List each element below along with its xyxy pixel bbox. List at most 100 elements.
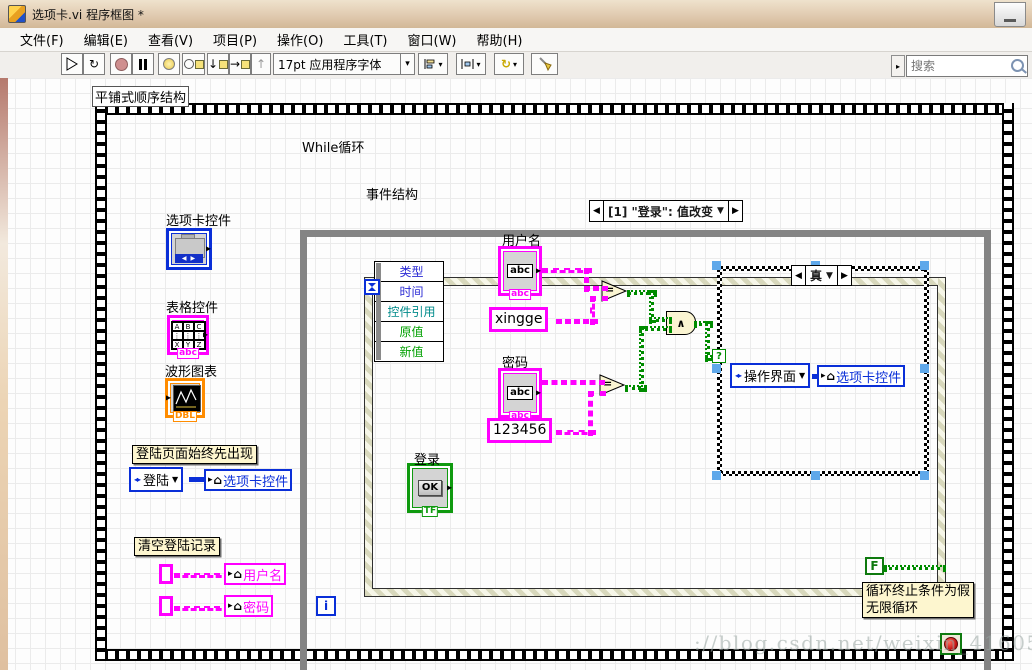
event-timeout-terminal[interactable] (364, 279, 380, 295)
case-selector: ◀ 真 ▼ ▶ (791, 265, 852, 286)
tab-control-local-variable[interactable]: ▸ ⌂ 选项卡控件 (204, 469, 293, 491)
equal-node-username[interactable]: = (601, 280, 628, 307)
selection-handle[interactable] (712, 261, 721, 270)
password-value-constant[interactable]: 123456 (487, 418, 553, 443)
case-selector-terminal[interactable]: ? (712, 349, 726, 363)
case-next-arrow[interactable]: ▶ (836, 266, 851, 285)
comment-login-first: 登陆页面始终先出现 (132, 445, 258, 464)
window-left-edge (0, 78, 8, 670)
run-continuous-button[interactable]: ↻ (83, 53, 105, 75)
sequence-structure-label: 平铺式顺序结构 (92, 86, 190, 107)
search-input[interactable] (909, 57, 1009, 75)
string-type-tag: abc (509, 289, 531, 300)
step-into-button[interactable]: ↓ (207, 53, 229, 75)
event-item-newval[interactable]: 新值 (399, 343, 423, 360)
step-over-button[interactable]: → (229, 53, 251, 75)
username-terminal[interactable]: abc ▸ abc (498, 246, 542, 300)
username-value-constant[interactable]: xingge (489, 307, 549, 332)
event-item-time[interactable]: 时间 (399, 283, 423, 300)
menu-edit[interactable]: 编辑(E) (74, 28, 138, 51)
menu-tools[interactable]: 工具(T) (333, 28, 397, 51)
event-prev-arrow[interactable]: ◀ (590, 201, 604, 221)
iteration-terminal[interactable]: i (316, 596, 336, 616)
ui-enum-constant[interactable]: ◂▸ 操作界面 ▼ (730, 363, 811, 388)
output-arrow-icon: ▸ (205, 243, 211, 255)
menu-view[interactable]: 查看(V) (138, 28, 203, 51)
pause-button[interactable] (132, 53, 154, 75)
menu-window[interactable]: 窗口(W) (398, 28, 467, 51)
retain-wire-values-button[interactable] (182, 53, 205, 75)
boolean-wire (639, 326, 644, 392)
event-data-node[interactable]: 类型 时间 控件引用 原值 新值 (374, 261, 444, 362)
block-diagram: 平铺式顺序结构 While循环 i 事件结构 ◀ [1] "登录": 值改变 ▼… (0, 78, 1032, 670)
sequence-border-top[interactable] (95, 103, 1014, 115)
step-over-icon: → (230, 57, 241, 71)
highlight-execution-button[interactable] (158, 53, 180, 75)
menu-project[interactable]: 项目(P) (203, 28, 267, 51)
menu-help[interactable]: 帮助(H) (467, 28, 533, 51)
broom-icon (538, 57, 552, 72)
comment-loop-condition: 循环终止条件为假 无限循环 (862, 582, 975, 618)
event-case-selector: ◀ [1] "登录": 值改变 ▼ ▶ (589, 200, 743, 222)
string-wire (588, 391, 593, 436)
window-title: 选项卡.vi 程序框图 * (32, 7, 144, 22)
event-item-type[interactable]: 类型 (399, 263, 423, 280)
event-data-node-bar (376, 263, 381, 360)
run-button[interactable] (61, 53, 83, 75)
reorder-icon: ↻ (500, 57, 512, 71)
align-objects-button[interactable]: ▾ (418, 53, 448, 75)
event-item-oldval[interactable]: 原值 (399, 323, 423, 340)
sequence-border-right[interactable] (1002, 103, 1014, 661)
false-constant[interactable]: F (865, 557, 884, 575)
table-control-terminal[interactable]: ABC ⋮ ⋮ ⋮ XYZ ▸ abc (167, 315, 209, 359)
selection-handle[interactable] (920, 471, 929, 480)
event-next-arrow[interactable]: ▶ (727, 201, 742, 221)
case-selector-dropdown-icon[interactable]: ▼ (826, 271, 833, 281)
case-selector-label[interactable]: 真 (810, 267, 822, 284)
step-out-button[interactable]: ↑ (251, 53, 271, 75)
tab-control-local-variable-case[interactable]: ▸ ⌂ 选项卡控件 (817, 365, 906, 387)
selection-handle[interactable] (712, 364, 721, 373)
tab-arrows-icon: ◀ ▶ (175, 254, 203, 263)
align-objects-icon (424, 59, 435, 69)
event-selector-dropdown-icon[interactable]: ▼ (717, 206, 724, 216)
password-local-variable[interactable]: ▸ ⌂ 密码 (224, 595, 274, 617)
waveform-chart-terminal[interactable]: ▸ DBL (165, 378, 205, 422)
case-border-bottom[interactable] (717, 471, 929, 476)
empty-string-constant-2[interactable] (159, 596, 173, 616)
selection-handle[interactable] (920, 261, 929, 270)
username-local-variable[interactable]: ▸ ⌂ 用户名 (224, 563, 287, 585)
empty-string-constant-1[interactable] (159, 564, 173, 584)
font-selector-dropdown[interactable]: ▾ (400, 53, 415, 75)
comment-clear-login: 清空登陆记录 (134, 537, 221, 556)
equal-node-password[interactable]: = (599, 374, 626, 401)
login-enum-constant[interactable]: ◂▸ 登陆 ▼ (129, 467, 184, 492)
case-prev-arrow[interactable]: ◀ (792, 266, 806, 285)
distribute-objects-button[interactable]: ▾ (456, 53, 486, 75)
boolean-wire (884, 565, 946, 570)
menu-operate[interactable]: 操作(O) (267, 28, 333, 51)
search-expander[interactable]: ▸ (891, 55, 905, 77)
string-wire (588, 391, 606, 396)
menu-file[interactable]: 文件(F) (10, 28, 74, 51)
event-item-ctlref[interactable]: 控件引用 (387, 303, 435, 320)
enum-arrows-icon: ◂▸ (134, 475, 141, 484)
selection-handle[interactable] (920, 364, 929, 373)
font-selector[interactable]: 17pt 应用程序字体 (273, 53, 401, 75)
event-selector-label[interactable]: [1] "登录": 值改变 (608, 203, 713, 220)
reorder-objects-button[interactable]: ↻ ▾ (494, 53, 524, 75)
password-terminal[interactable]: abc ▸ abc (498, 368, 542, 422)
and-node[interactable]: ∧ (666, 311, 696, 335)
minimize-button[interactable] (994, 2, 1026, 27)
login-button-terminal[interactable]: OK ▸ TF (407, 463, 453, 517)
tab-control-terminal[interactable]: ◀ ▶ ▸ (166, 228, 212, 270)
font-selector-value: 17pt 应用程序字体 (278, 57, 382, 72)
event-structure-border[interactable] (364, 277, 946, 597)
dropdown-icon: ▾ (405, 59, 410, 69)
selection-handle[interactable] (712, 471, 721, 480)
cleanup-diagram-button[interactable] (531, 53, 558, 75)
abort-button[interactable] (110, 53, 132, 75)
selection-handle[interactable] (811, 471, 820, 480)
sequence-border-left[interactable] (95, 103, 107, 661)
menu-bar: 文件(F) 编辑(E) 查看(V) 项目(P) 操作(O) 工具(T) 窗口(W… (0, 28, 1032, 52)
